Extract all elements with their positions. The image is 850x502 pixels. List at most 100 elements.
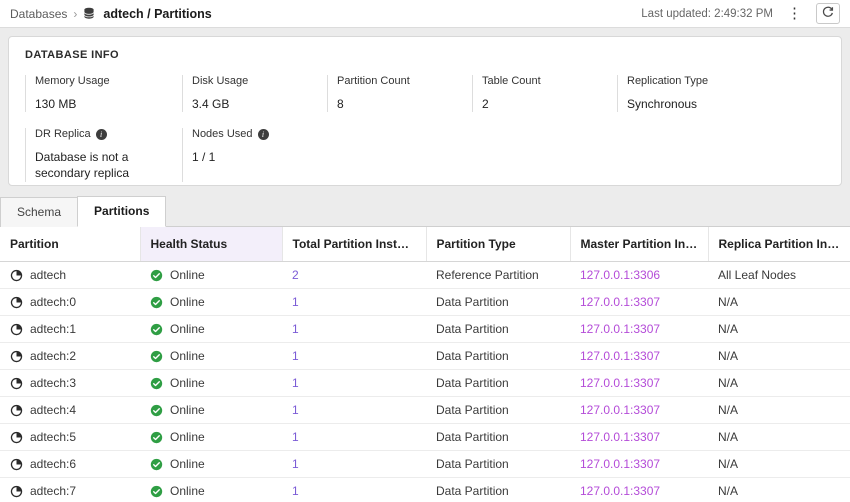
table-row[interactable]: adtech:6 Online 1 Data Partition 127.0.0… bbox=[0, 451, 850, 478]
top-bar: Databases › adtech / Partitions Last upd… bbox=[0, 0, 850, 28]
master-instance-link[interactable]: 127.0.0.1:3307 bbox=[580, 376, 660, 390]
breadcrumb: Databases › adtech / Partitions bbox=[10, 7, 212, 21]
refresh-button[interactable] bbox=[816, 3, 840, 24]
partition-icon bbox=[10, 431, 23, 444]
master-instance-link[interactable]: 127.0.0.1:3307 bbox=[580, 322, 660, 336]
stat-nodes-used: Nodes Used i 1 / 1 bbox=[182, 128, 327, 181]
master-instance-link[interactable]: 127.0.0.1:3306 bbox=[580, 268, 660, 282]
stat-value: 1 / 1 bbox=[192, 149, 327, 165]
total-instances-link[interactable]: 1 bbox=[292, 457, 299, 471]
partition-name: adtech:2 bbox=[30, 349, 76, 363]
col-header-partition-type[interactable]: Partition Type bbox=[426, 227, 570, 262]
table-row[interactable]: adtech:0 Online 1 Data Partition 127.0.0… bbox=[0, 289, 850, 316]
total-instances-link[interactable]: 1 bbox=[292, 295, 299, 309]
partition-name: adtech:5 bbox=[30, 430, 76, 444]
info-icon[interactable]: i bbox=[96, 129, 107, 140]
page-title: adtech / Partitions bbox=[103, 7, 211, 21]
table-row[interactable]: adtech:2 Online 1 Data Partition 127.0.0… bbox=[0, 343, 850, 370]
health-status-text: Online bbox=[170, 349, 205, 363]
health-ok-icon bbox=[150, 485, 163, 498]
replica-instance: N/A bbox=[718, 322, 738, 336]
total-instances-link[interactable]: 1 bbox=[292, 376, 299, 390]
health-ok-icon bbox=[150, 323, 163, 336]
partition-type: Data Partition bbox=[436, 376, 509, 390]
stat-label: Nodes Used i bbox=[192, 128, 327, 140]
partition-type: Data Partition bbox=[436, 403, 509, 417]
master-instance-link[interactable]: 127.0.0.1:3307 bbox=[580, 295, 660, 309]
stat-replication-type: Replication Type Synchronous bbox=[617, 75, 762, 112]
health-ok-icon bbox=[150, 296, 163, 309]
table-row[interactable]: adtech:4 Online 1 Data Partition 127.0.0… bbox=[0, 397, 850, 424]
health-ok-icon bbox=[150, 350, 163, 363]
table-row[interactable]: adtech:1 Online 1 Data Partition 127.0.0… bbox=[0, 316, 850, 343]
partition-icon bbox=[10, 350, 23, 363]
partition-icon bbox=[10, 404, 23, 417]
total-instances-link[interactable]: 1 bbox=[292, 430, 299, 444]
replica-instance: N/A bbox=[718, 295, 738, 309]
table-row[interactable]: adtech:7 Online 1 Data Partition 127.0.0… bbox=[0, 478, 850, 502]
total-instances-link[interactable]: 1 bbox=[292, 403, 299, 417]
breadcrumb-separator: › bbox=[73, 7, 77, 21]
partition-name: adtech:3 bbox=[30, 376, 76, 390]
replica-instance: N/A bbox=[718, 430, 738, 444]
database-icon bbox=[83, 7, 95, 20]
col-header-health-status[interactable]: Health Status bbox=[140, 227, 282, 262]
table-header-row: Partition Health Status Total Partition … bbox=[0, 227, 850, 262]
stat-partition-count: Partition Count 8 bbox=[327, 75, 472, 112]
stat-table-count: Table Count 2 bbox=[472, 75, 617, 112]
col-header-partition[interactable]: Partition bbox=[0, 227, 140, 262]
partition-icon bbox=[10, 323, 23, 336]
replica-instance: N/A bbox=[718, 376, 738, 390]
master-instance-link[interactable]: 127.0.0.1:3307 bbox=[580, 430, 660, 444]
last-updated-text: Last updated: 2:49:32 PM bbox=[641, 8, 773, 20]
kebab-menu-icon[interactable]: ⋮ bbox=[783, 4, 806, 23]
health-status-text: Online bbox=[170, 457, 205, 471]
stat-value: 3.4 GB bbox=[192, 96, 327, 112]
partition-name: adtech:1 bbox=[30, 322, 76, 336]
refresh-icon bbox=[822, 6, 834, 21]
stat-label: Partition Count bbox=[337, 75, 472, 87]
total-instances-link[interactable]: 2 bbox=[292, 268, 299, 282]
stat-label: Memory Usage bbox=[35, 75, 182, 87]
health-ok-icon bbox=[150, 404, 163, 417]
health-status-text: Online bbox=[170, 268, 205, 282]
total-instances-link[interactable]: 1 bbox=[292, 484, 299, 498]
table-row[interactable]: adtech Online 2 Reference Partition 127.… bbox=[0, 262, 850, 289]
table-row[interactable]: adtech:3 Online 1 Data Partition 127.0.0… bbox=[0, 370, 850, 397]
database-info-title: DATABASE INFO bbox=[25, 49, 825, 61]
health-ok-icon bbox=[150, 269, 163, 282]
col-header-replica-instance[interactable]: Replica Partition Instance ... bbox=[708, 227, 850, 262]
stat-disk-usage: Disk Usage 3.4 GB bbox=[182, 75, 327, 112]
partition-name: adtech bbox=[30, 268, 66, 282]
breadcrumb-databases-link[interactable]: Databases bbox=[10, 7, 67, 21]
total-instances-link[interactable]: 1 bbox=[292, 322, 299, 336]
partition-name: adtech:7 bbox=[30, 484, 76, 498]
stat-label: DR Replica i bbox=[35, 128, 182, 140]
tab-schema[interactable]: Schema bbox=[0, 197, 78, 227]
partition-table-body: adtech Online 2 Reference Partition 127.… bbox=[0, 262, 850, 502]
stats-row-primary: Memory Usage 130 MB Disk Usage 3.4 GB Pa… bbox=[25, 75, 825, 112]
partition-name: adtech:0 bbox=[30, 295, 76, 309]
total-instances-link[interactable]: 1 bbox=[292, 349, 299, 363]
master-instance-link[interactable]: 127.0.0.1:3307 bbox=[580, 457, 660, 471]
replica-instance: N/A bbox=[718, 484, 738, 498]
table-row[interactable]: adtech:5 Online 1 Data Partition 127.0.0… bbox=[0, 424, 850, 451]
health-status-text: Online bbox=[170, 430, 205, 444]
replica-instance: All Leaf Nodes bbox=[718, 268, 796, 282]
tab-partitions[interactable]: Partitions bbox=[77, 196, 166, 227]
health-status-text: Online bbox=[170, 484, 205, 498]
master-instance-link[interactable]: 127.0.0.1:3307 bbox=[580, 403, 660, 417]
master-instance-link[interactable]: 127.0.0.1:3307 bbox=[580, 349, 660, 363]
health-status-text: Online bbox=[170, 403, 205, 417]
col-header-master-instance[interactable]: Master Partition Instance ... bbox=[570, 227, 708, 262]
partition-icon bbox=[10, 377, 23, 390]
stat-label: Replication Type bbox=[627, 75, 762, 87]
info-icon[interactable]: i bbox=[258, 129, 269, 140]
master-instance-link[interactable]: 127.0.0.1:3307 bbox=[580, 484, 660, 498]
partitions-table: Partition Health Status Total Partition … bbox=[0, 227, 850, 502]
partition-type: Data Partition bbox=[436, 322, 509, 336]
col-header-total-instances[interactable]: Total Partition Instances bbox=[282, 227, 426, 262]
partition-icon bbox=[10, 458, 23, 471]
stat-value: Synchronous bbox=[627, 96, 762, 112]
replica-instance: N/A bbox=[718, 403, 738, 417]
